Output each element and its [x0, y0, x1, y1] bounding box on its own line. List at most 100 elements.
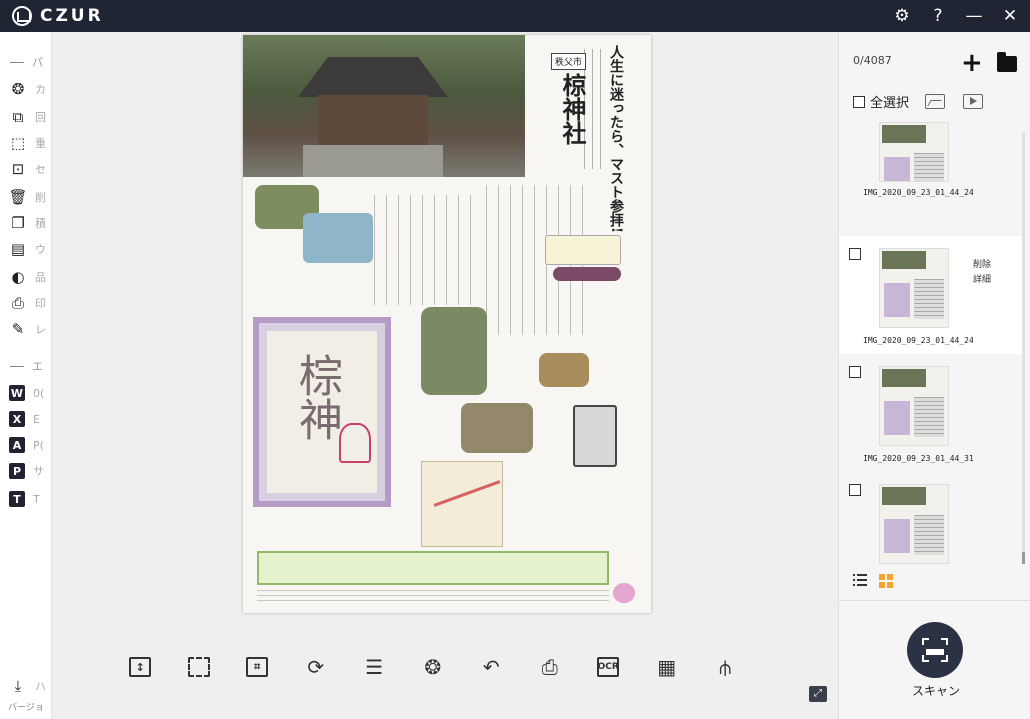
- help-icon[interactable]: ?: [928, 0, 948, 32]
- minimize-icon[interactable]: —: [964, 0, 984, 32]
- thumbnail-checkbox[interactable]: [849, 366, 861, 378]
- window-controls: ⚙? — ✕: [892, 0, 1020, 32]
- page-photo: [421, 307, 487, 395]
- page-flower-mark: [613, 583, 635, 603]
- zoom-corner-icon[interactable]: ⤢: [809, 686, 827, 702]
- sidebar-item-label: 削: [35, 191, 46, 204]
- select-region-icon: ⊡: [11, 159, 25, 178]
- adjust-sliders-button[interactable]: ☰: [345, 650, 404, 684]
- sidebar-item-label: ウ: [35, 243, 46, 256]
- scan-button[interactable]: [907, 622, 963, 678]
- sidebar-item-label: 重: [35, 137, 46, 150]
- sidebar-item-label: レ: [35, 323, 46, 336]
- thumbnail-context-menu: 削除 詳細: [973, 258, 991, 288]
- thumbnail-scrollbar[interactable]: [1022, 132, 1025, 564]
- crop-button[interactable]: ⌗: [228, 650, 287, 684]
- color-filter-icon: ❂: [424, 655, 442, 679]
- sidebar-item-contrast[interactable]: ◐ 品: [9, 266, 51, 288]
- printer-icon: ⎙: [11, 293, 24, 312]
- thumbnail-list[interactable]: IMG_2020_09_23_01_44_24( IMG_2020_09_23_0…: [839, 120, 1025, 570]
- video-filter-icon[interactable]: [963, 94, 983, 109]
- thumbnail-checkbox[interactable]: [849, 484, 861, 496]
- czur-logo: CZUR: [12, 6, 104, 26]
- undo-button[interactable]: ↶: [462, 650, 521, 684]
- thumbnail-name: IMG_2020_09_23_01_44_24(: [863, 188, 973, 197]
- sidebar-item-powerpoint[interactable]: Pサ: [9, 460, 51, 482]
- sidebar-item-color-circles[interactable]: ❂ カ: [9, 78, 51, 100]
- qr-code-icon: ▦: [657, 655, 677, 679]
- logo-text: CZUR: [40, 6, 104, 26]
- sidebar-item-duplicate[interactable]: ❐ 積: [9, 212, 51, 234]
- ocr-button[interactable]: OCR: [579, 650, 638, 684]
- document-canvas: 人生に迷ったら、マスト参拝! 秩父市 椋神社 棕神 ↕ ⌗ ⟳ ☰ ❂ ↶ ⎙ OCR ▦ ⫛ ⤢: [53, 32, 838, 719]
- sidebar-section-edit: パ: [10, 54, 50, 70]
- sidebar-item-document[interactable]: ▤ ウ: [9, 238, 51, 260]
- delete-menu-item[interactable]: 削除: [973, 258, 991, 273]
- duplicate-icon: ❐: [11, 213, 25, 232]
- sidebar-item-download[interactable]: ⤓ ハ: [9, 675, 51, 697]
- document-icon: ▤: [10, 239, 26, 258]
- sidebar-item-label: 印: [35, 297, 46, 310]
- crop-icon: ⌗: [246, 657, 269, 677]
- sidebar-item-select-region[interactable]: ⊡ セ: [9, 158, 51, 180]
- select-all-label: 全選択: [870, 96, 910, 111]
- edit-icon: ✎: [11, 319, 25, 338]
- sidebar-item-printer[interactable]: ⎙ 印: [9, 292, 51, 314]
- sidebar-item-word[interactable]: W 0(: [9, 382, 51, 404]
- thumbnail-checkbox[interactable]: [849, 248, 861, 260]
- thumbnail-item[interactable]: IMG_2020_09_23_01_44_24(: [839, 120, 1025, 238]
- sidebar-item-text[interactable]: TT: [9, 488, 51, 510]
- settings-icon[interactable]: ⚙: [892, 0, 912, 32]
- dashed-select-button[interactable]: [170, 650, 229, 684]
- thumbnail-item[interactable]: IMG_2020_09_23_01_44_31F: [839, 472, 1025, 570]
- rotate-button[interactable]: ⟳: [287, 650, 346, 684]
- fit-height-button[interactable]: ↕: [111, 650, 170, 684]
- image-filter-icon[interactable]: [925, 94, 945, 109]
- add-icon[interactable]: +: [961, 50, 983, 76]
- thumbnail-item[interactable]: IMG_2020_09_23_01_44_24F 削除 詳細: [839, 236, 1025, 354]
- ocr-icon: OCR: [597, 657, 620, 677]
- page-photo: [303, 213, 373, 263]
- print-button[interactable]: ⎙: [521, 650, 580, 684]
- sidebar-item-label: カ: [35, 83, 46, 96]
- page-city-tag: 秩父市: [551, 53, 587, 70]
- thumbnail-image: [879, 248, 949, 328]
- thumbnail-image: [879, 122, 949, 182]
- page-goshuin-image: 棕神: [253, 317, 391, 507]
- sidebar-item-label: T: [33, 492, 40, 506]
- page-shrine-name: 椋神社: [558, 73, 587, 145]
- grid-view-icon[interactable]: [879, 574, 893, 588]
- page-footnote: [257, 587, 609, 605]
- dotted-crop-icon: ⬚: [10, 133, 26, 152]
- split-page-button[interactable]: ⫛: [696, 650, 755, 684]
- excel-icon: X: [9, 411, 25, 427]
- page-charm-image: [573, 405, 617, 467]
- left-sidebar: パ ❂ カ ⧉ 回 ⬚ 重 ⊡ セ 🗑 削 ❐ 積 ▤ ウ ◐ 品 ⎙ 印 ✎ レ エ W 0(X E A P(P サ T T ⤓ …: [0, 32, 52, 719]
- fit-height-icon: ↕: [129, 657, 152, 677]
- select-all-checkbox[interactable]: 全選択: [853, 92, 909, 111]
- close-icon[interactable]: ✕: [1000, 0, 1020, 32]
- list-view-icon[interactable]: [853, 574, 867, 586]
- sidebar-item-trash[interactable]: 🗑 削: [8, 186, 51, 208]
- scan-icon: [922, 638, 948, 662]
- sidebar-item-dotted-crop[interactable]: ⬚ 重: [9, 132, 51, 154]
- title-bar: CZUR ⚙? — ✕: [0, 0, 1030, 32]
- dashed-select-icon: [187, 657, 210, 677]
- scanned-page[interactable]: 人生に迷ったら、マスト参拝! 秩父市 椋神社 棕神: [243, 35, 651, 613]
- version-label[interactable]: バージョ: [8, 700, 44, 713]
- sidebar-item-label: サ: [33, 465, 44, 478]
- qr-code-button[interactable]: ▦: [638, 650, 697, 684]
- sidebar-item-label: 積: [35, 217, 46, 230]
- sidebar-item-copy[interactable]: ⧉ 回: [9, 106, 51, 128]
- sidebar-item-excel[interactable]: XE: [9, 408, 51, 430]
- details-menu-item[interactable]: 詳細: [973, 273, 991, 288]
- edit-toolbar: ↕ ⌗ ⟳ ☰ ❂ ↶ ⎙ OCR ▦ ⫛: [111, 650, 791, 684]
- download-icon: ⤓: [14, 676, 22, 695]
- sidebar-item-pdf[interactable]: A P(: [9, 434, 51, 456]
- page-map: [421, 461, 503, 547]
- scan-label: スキャン: [911, 684, 960, 698]
- thumbnail-item[interactable]: IMG_2020_09_23_01_44_31(: [839, 354, 1025, 472]
- folder-icon[interactable]: [997, 52, 1017, 72]
- sidebar-item-edit[interactable]: ✎ レ: [9, 318, 51, 340]
- color-filter-button[interactable]: ❂: [404, 650, 463, 684]
